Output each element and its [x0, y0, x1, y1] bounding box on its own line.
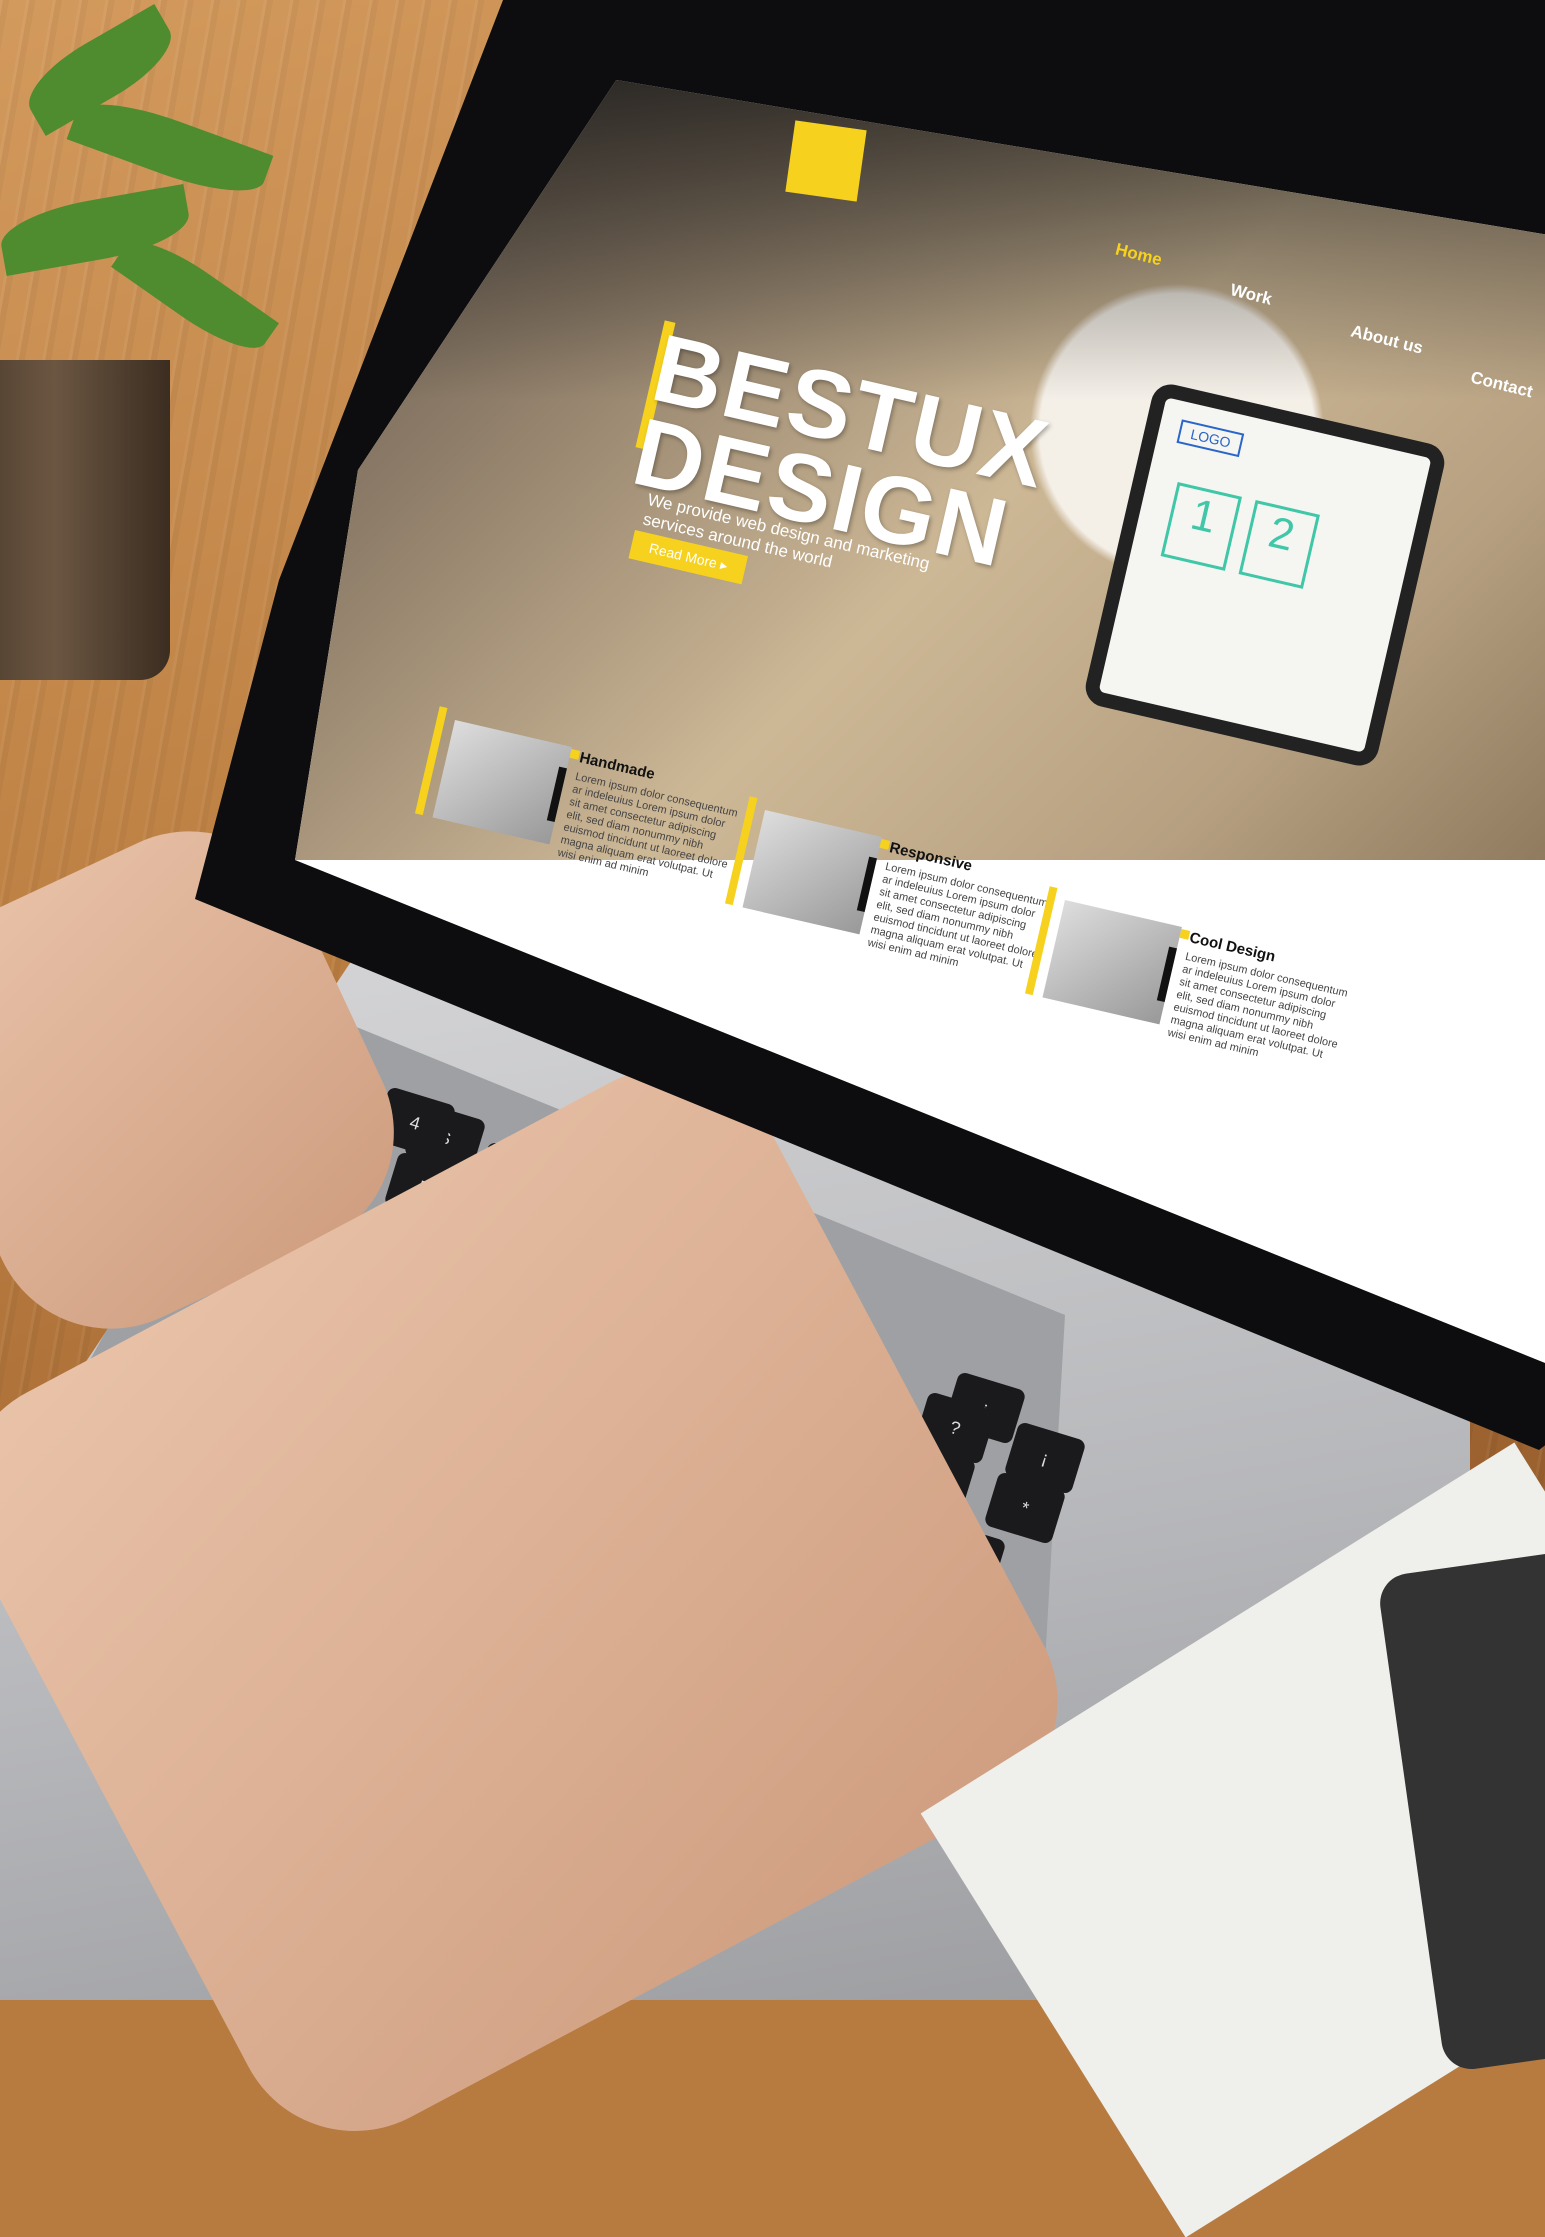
- tablet-logo-box: LOGO: [1176, 419, 1245, 458]
- tablet-tile: 1: [1160, 481, 1242, 571]
- feature-card-cool-design[interactable]: Cool Design Lorem ipsum dolor consequent…: [1024, 886, 1387, 1061]
- feature-thumbnail: [1042, 900, 1182, 1025]
- tablet-screen: LOGO 1 2: [1098, 397, 1432, 753]
- chevron-right-icon: ▸: [718, 556, 730, 574]
- plant-pot: [0, 360, 170, 680]
- feature-body: Lorem ipsum dolor consequentum ar indele…: [1166, 950, 1349, 1061]
- site-logo[interactable]: [785, 120, 867, 202]
- feature-body: Lorem ipsum dolor consequentum ar indele…: [866, 860, 1049, 971]
- tablet-tile: 2: [1238, 499, 1320, 589]
